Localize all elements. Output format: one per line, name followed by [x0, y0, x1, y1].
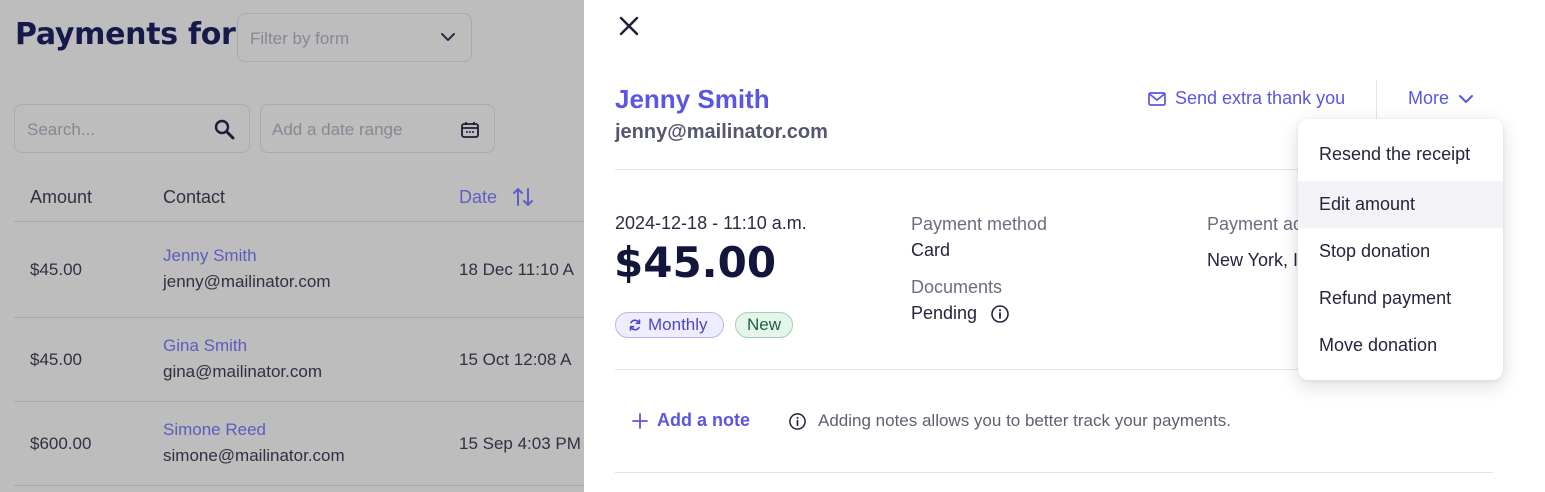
more-button[interactable]: More [1408, 88, 1475, 109]
menu-item-resend-receipt[interactable]: Resend the receipt [1298, 131, 1503, 178]
column-header-contact[interactable]: Contact [163, 187, 225, 208]
payment-method-label: Payment method [911, 214, 1048, 234]
search-input[interactable]: Search... [14, 104, 250, 153]
table-divider [14, 485, 584, 486]
documents-value: Pending [911, 303, 978, 323]
form-filter-select[interactable]: Filter by form [237, 13, 472, 62]
menu-item-stop-donation[interactable]: Stop donation [1298, 228, 1503, 275]
row-contact-name[interactable]: Gina Smith [163, 336, 247, 356]
status-badge: New [735, 312, 793, 338]
add-note-label: Add a note [657, 410, 750, 430]
search-icon[interactable] [213, 118, 237, 142]
row-amount: $45.00 [30, 350, 82, 369]
chevron-down-icon [441, 33, 455, 41]
payment-method-value: Card [911, 240, 951, 260]
payment-amount: $45.00 [614, 238, 777, 287]
note-hint: Adding notes allows you to better track … [788, 411, 1231, 431]
search-placeholder: Search... [27, 120, 96, 139]
payment-datetime: 2024-12-18 - 11:10 a.m. [615, 213, 807, 233]
payment-address-label: Payment ad [1207, 214, 1304, 234]
action-divider [1376, 80, 1377, 120]
row-contact-email: simone@mailinator.com [163, 446, 345, 465]
menu-item-move-donation[interactable]: Move donation [1298, 322, 1503, 369]
more-label: More [1408, 88, 1450, 108]
row-date: 15 Oct 12:08 A [459, 350, 572, 369]
frequency-badge: Monthly [615, 312, 724, 338]
send-thank-you-label: Send extra thank you [1175, 88, 1346, 108]
row-contact-email: gina@mailinator.com [163, 362, 322, 381]
more-menu: Resend the receipt Edit amount Stop dona… [1298, 119, 1503, 380]
mail-icon [1148, 91, 1166, 106]
page-title: Payments for [15, 17, 236, 52]
chevron-down-icon [1459, 94, 1474, 103]
note-hint-text: Adding notes allows you to better track … [818, 411, 1231, 430]
row-date: 15 Sep 4:03 PM [459, 434, 581, 453]
form-filter-placeholder: Filter by form [250, 29, 350, 48]
contact-name[interactable]: Jenny Smith [615, 84, 770, 115]
date-range-placeholder: Add a date range [272, 120, 403, 139]
column-header-amount[interactable]: Amount [30, 187, 92, 208]
recurring-icon [629, 319, 641, 331]
menu-item-refund-payment[interactable]: Refund payment [1298, 275, 1503, 322]
plus-icon [632, 412, 648, 429]
add-note-button[interactable]: Add a note [632, 410, 750, 431]
menu-item-edit-amount[interactable]: Edit amount [1298, 181, 1503, 228]
contact-email: jenny@mailinator.com [615, 121, 828, 143]
sort-icon[interactable] [511, 185, 535, 209]
info-icon [789, 412, 806, 430]
section-divider [615, 472, 1493, 473]
payments-page: Payments for Filter by form Search... Ad… [0, 0, 584, 492]
row-amount: $45.00 [30, 260, 82, 279]
row-contact-name[interactable]: Jenny Smith [163, 246, 257, 266]
column-header-date[interactable]: Date [459, 187, 497, 208]
row-date: 18 Dec 11:10 A [459, 260, 574, 279]
row-contact-email: jenny@mailinator.com [163, 272, 331, 291]
send-thank-you-button[interactable]: Send extra thank you [1147, 88, 1345, 109]
close-icon[interactable] [617, 14, 641, 38]
date-range-input[interactable]: Add a date range [260, 104, 495, 153]
row-amount: $600.00 [30, 434, 92, 453]
documents-label: Documents [911, 277, 1003, 297]
row-contact-name[interactable]: Simone Reed [163, 420, 266, 440]
info-icon[interactable] [990, 304, 1010, 324]
payment-address-value: New York, I [1207, 250, 1299, 270]
frequency-label: Monthly [648, 315, 708, 334]
table-divider [14, 401, 584, 402]
calendar-icon[interactable] [460, 120, 480, 140]
table-divider [14, 221, 584, 222]
table-divider [14, 317, 584, 318]
